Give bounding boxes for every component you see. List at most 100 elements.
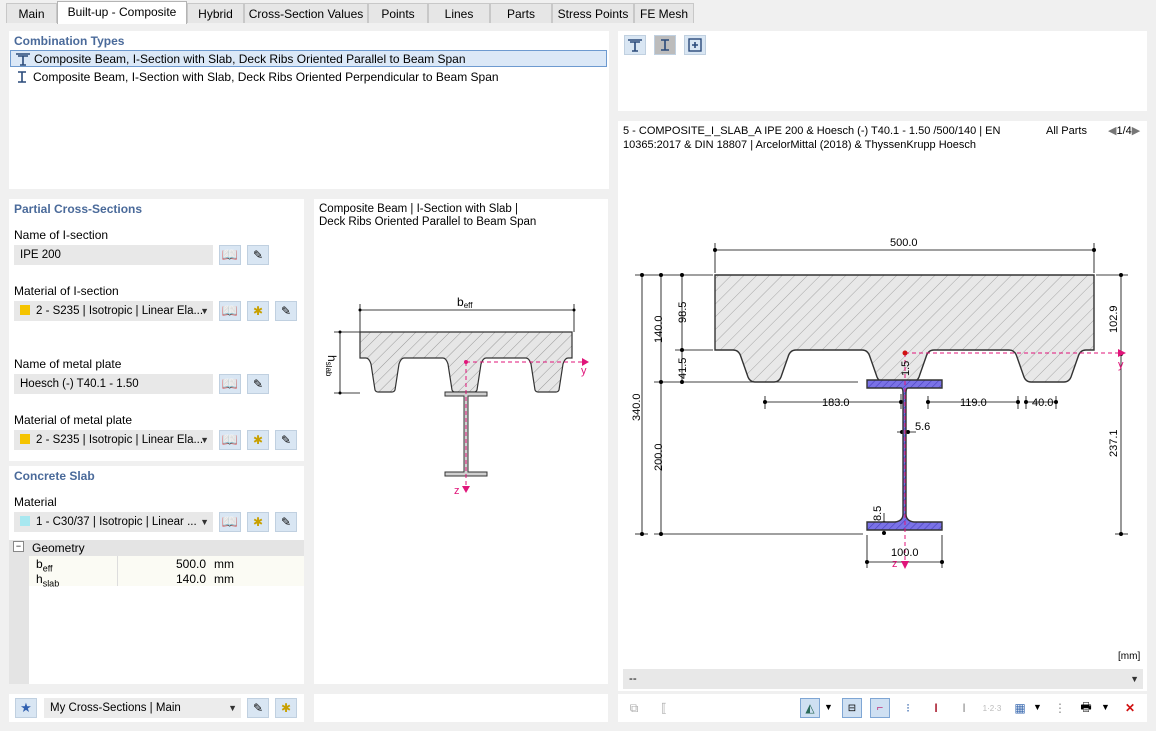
i-beam-icon (661, 39, 669, 51)
edit-button[interactable]: ✎ (247, 698, 269, 718)
outline-i-icon: I (962, 701, 966, 715)
book-icon: 📖 (221, 247, 239, 262)
beff-name: b (36, 557, 43, 571)
chevron-down-icon: ▼ (200, 435, 209, 445)
numbering-button[interactable]: 1·2·3 (982, 698, 1002, 718)
new-star-icon: ✱ (252, 515, 264, 529)
edit-button[interactable]: ✎ (275, 512, 297, 532)
schematic-drawing: beff hslab y z (324, 295, 589, 497)
dim-1-5: 1.5 (900, 361, 912, 376)
combination-item-label: Composite Beam, I-Section with Slab, Dec… (33, 70, 499, 84)
column-divider (117, 556, 118, 586)
chevron-down-icon: ▼ (228, 703, 237, 713)
library-button[interactable]: 📖 (219, 301, 241, 321)
tab-built-up-composite[interactable]: Built-up - Composite (57, 1, 187, 24)
bracket-button[interactable]: ⟦ (654, 698, 674, 718)
collapse-icon[interactable]: − (13, 541, 24, 552)
hslab-name: h (36, 572, 43, 586)
new-button[interactable]: ✱ (247, 512, 269, 532)
line-spacing-button[interactable]: ⋮ (1050, 698, 1070, 718)
tab-bar: Main Built-up - Composite Hybrid Cross-S… (0, 0, 1156, 24)
dim-8-5: 8.5 (872, 506, 884, 521)
favorites-button[interactable]: ★ (15, 698, 37, 718)
mesh-button[interactable]: ▦ (1010, 698, 1030, 718)
combination-item-perpendicular[interactable]: Composite Beam, I-Section with Slab, Dec… (10, 69, 607, 86)
edit-button[interactable]: ✎ (275, 430, 297, 450)
tab-main[interactable]: Main (6, 3, 57, 23)
i-beam-icon (18, 71, 26, 83)
i-section-view-button[interactable]: I (926, 698, 946, 718)
library-button[interactable]: 📖 (219, 512, 241, 532)
i-section-button[interactable] (654, 35, 676, 55)
material-metal-plate-select[interactable]: 2 - S235 | Isotropic | Linear Ela... ▼ (14, 430, 213, 450)
library-button[interactable]: 📖 (219, 245, 241, 265)
display-mode-dropdown-icon[interactable]: ▼ (824, 702, 833, 712)
dim-98-5: 98.5 (677, 302, 689, 323)
library-button[interactable]: 📖 (219, 374, 241, 394)
edit-button[interactable]: ✎ (247, 245, 269, 265)
section-drawing: 500.0 140.0 98.5 41.5 340.0 200.0 102.9 … (631, 237, 1140, 661)
combination-item-parallel[interactable]: Composite Beam, I-Section with Slab, Dec… (10, 50, 607, 67)
tab-points[interactable]: Points (368, 3, 428, 23)
reset-icon: ✕ (1124, 701, 1136, 715)
tab-hybrid[interactable]: Hybrid (187, 3, 244, 23)
beff-dim-label: beff (457, 295, 473, 310)
print-dropdown-icon[interactable]: ▼ (1101, 702, 1110, 712)
y-axis-label: y (581, 365, 587, 377)
library-button[interactable]: 📖 (219, 430, 241, 450)
dim-183: 183.0 (822, 397, 850, 409)
tab-parts[interactable]: Parts (490, 3, 552, 23)
result-dropdown[interactable]: -- ▼ (623, 669, 1143, 689)
axes-icon: ⌐ (876, 702, 884, 714)
add-part-button[interactable] (684, 35, 706, 55)
print-button[interactable]: 🖶 (1076, 698, 1096, 718)
dimensions-button[interactable]: ⊟ (842, 698, 862, 718)
new-button[interactable]: ✱ (247, 430, 269, 450)
chevron-down-icon: ▼ (200, 517, 209, 527)
grid-icon: ▦ (1014, 701, 1026, 715)
dim-119: 119.0 (960, 397, 987, 409)
concrete-slab-title: Concrete Slab (14, 469, 95, 483)
combination-types-title: Combination Types (14, 34, 125, 48)
display-mode-button[interactable]: ◭ (800, 698, 820, 718)
tab-lines[interactable]: Lines (428, 3, 490, 23)
edit-button[interactable]: ✎ (275, 301, 297, 321)
geometry-header[interactable]: − Geometry (9, 540, 304, 556)
name-metal-plate-label: Name of metal plate (14, 357, 122, 371)
geometry-label: Geometry (32, 541, 85, 555)
new-star-icon: ✱ (280, 701, 292, 715)
outline-button[interactable]: I (954, 698, 974, 718)
dim-200: 200.0 (653, 443, 665, 471)
composite-view-button[interactable] (624, 35, 646, 55)
name-i-section-field[interactable]: IPE 200 (14, 245, 213, 265)
points-icon: ⁝ (906, 701, 910, 715)
concrete-material-select[interactable]: 1 - C30/37 | Isotropic | Linear ... ▼ (14, 512, 213, 532)
dimension-icon: ⊟ (847, 702, 857, 714)
reset-view-button[interactable]: ✕ (1120, 698, 1140, 718)
edit-icon: ✎ (252, 377, 264, 391)
hslab-dim-label: hslab (324, 355, 339, 377)
mesh-dropdown-icon[interactable]: ▼ (1033, 702, 1042, 712)
stress-points-button[interactable]: ⁝ (898, 698, 918, 718)
new-button[interactable]: ✱ (247, 301, 269, 321)
new-star-icon: ✱ (252, 304, 264, 318)
edit-icon: ✎ (280, 433, 292, 447)
star-icon: ★ (20, 700, 32, 715)
tab-cross-section-values[interactable]: Cross-Section Values (244, 3, 368, 23)
new-button[interactable]: ✱ (275, 698, 297, 718)
printer-icon: 🖶 (1080, 699, 1092, 714)
name-metal-plate-field[interactable]: Hoesch (-) T40.1 - 1.50 (14, 374, 213, 394)
hslab-value[interactable]: 140.0 (120, 572, 206, 586)
book-icon: 📖 (221, 303, 239, 318)
dim-41-5: 41.5 (677, 358, 689, 379)
tab-stress-points[interactable]: Stress Points (552, 3, 634, 23)
favorites-dropdown[interactable]: My Cross-Sections | Main ▼ (44, 698, 241, 718)
centroid-axes-button[interactable]: ⌐ (870, 698, 890, 718)
copy-view-button[interactable]: ⧉ (624, 698, 644, 718)
edit-button[interactable]: ✎ (247, 374, 269, 394)
numbering-icon: 1·2·3 (982, 703, 1002, 713)
material-i-section-select[interactable]: 2 - S235 | Isotropic | Linear Ela... ▼ (14, 301, 213, 321)
tab-fe-mesh[interactable]: FE Mesh (634, 3, 694, 23)
beff-value[interactable]: 500.0 (120, 557, 206, 571)
bracket-icon: ⟦ (661, 701, 667, 715)
